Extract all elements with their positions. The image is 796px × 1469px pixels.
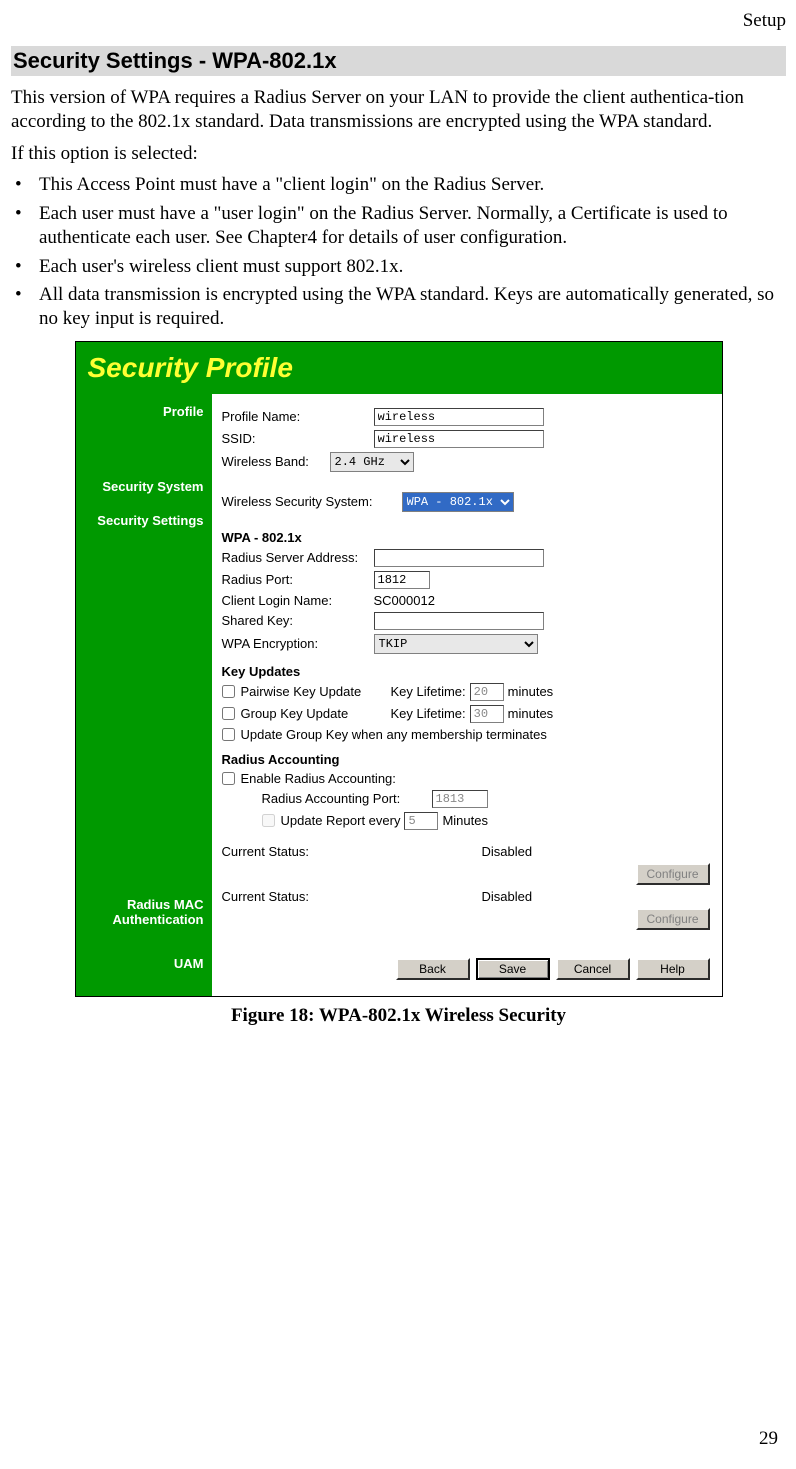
gui-main: Profile Name: SSID: Wireless Band: 2.4 G… (212, 394, 722, 996)
group-minutes-label: minutes (508, 706, 554, 721)
bullet-list: This Access Point must have a "client lo… (11, 173, 786, 331)
security-system-label: Wireless Security System: (222, 494, 402, 509)
sidebar-item-security-settings: Security Settings (76, 513, 204, 529)
update-terminate-label: Update Group Key when any membership ter… (241, 727, 547, 742)
cancel-button[interactable]: Cancel (556, 958, 630, 980)
radius-accounting-port-input[interactable] (432, 790, 488, 808)
rmac-status-value: Disabled (482, 844, 533, 859)
section-heading: Security Settings - WPA-802.1x (11, 46, 786, 76)
pairwise-minutes-label: minutes (508, 684, 554, 699)
security-profile-figure: Security Profile Profile Security System… (75, 341, 723, 997)
list-item: Each user must have a "user login" on th… (11, 202, 786, 250)
rmac-status-label: Current Status: (222, 844, 482, 859)
update-terminate-checkbox[interactable] (222, 728, 235, 741)
group-key-label: Group Key Update (241, 706, 391, 721)
sidebar-item-radius-mac: Radius MAC Authentication (76, 897, 204, 928)
pairwise-lifetime-label: Key Lifetime: (391, 684, 466, 699)
uam-status-label: Current Status: (222, 889, 482, 904)
rmac-configure-button[interactable]: Configure (636, 863, 710, 885)
client-login-label: Client Login Name: (222, 593, 374, 608)
update-report-unit: Minutes (442, 813, 488, 828)
band-select[interactable]: 2.4 GHz (330, 452, 414, 472)
back-button[interactable]: Back (396, 958, 470, 980)
enable-radius-accounting-checkbox[interactable] (222, 772, 235, 785)
page-number: 29 (759, 1428, 778, 1450)
profile-name-label: Profile Name: (222, 409, 374, 424)
security-system-select[interactable]: WPA - 802.1x (402, 492, 514, 512)
radius-accounting-heading: Radius Accounting (222, 752, 710, 767)
gui-sidebar: Profile Security System Security Setting… (76, 394, 212, 996)
pairwise-key-label: Pairwise Key Update (241, 684, 391, 699)
list-item: This Access Point must have a "client lo… (11, 173, 786, 197)
uam-status-value: Disabled (482, 889, 533, 904)
client-login-value: SC000012 (374, 593, 435, 608)
help-button[interactable]: Help (636, 958, 710, 980)
list-item: All data transmission is encrypted using… (11, 283, 786, 331)
list-item: Each user's wireless client must support… (11, 255, 786, 279)
enable-radius-accounting-label: Enable Radius Accounting: (241, 771, 396, 786)
update-report-input[interactable] (404, 812, 438, 830)
wpa-encryption-select[interactable]: TKIP (374, 634, 538, 654)
wpa-encryption-label: WPA Encryption: (222, 636, 374, 651)
wpa-heading: WPA - 802.1x (222, 530, 710, 545)
sidebar-item-security-system: Security System (76, 479, 204, 495)
gui-title: Security Profile (76, 342, 722, 394)
figure-caption: Figure 18: WPA-802.1x Wireless Security (11, 1005, 786, 1027)
pairwise-key-checkbox[interactable] (222, 685, 235, 698)
update-report-label: Update Report every (281, 813, 401, 828)
profile-name-input[interactable] (374, 408, 544, 426)
group-lifetime-input[interactable] (470, 705, 504, 723)
page-header-label: Setup (11, 10, 786, 32)
shared-key-input[interactable] (374, 612, 544, 630)
shared-key-label: Shared Key: (222, 613, 374, 628)
radius-port-label: Radius Port: (222, 572, 374, 587)
band-label: Wireless Band: (222, 454, 330, 469)
paragraph-lead: If this option is selected: (11, 142, 786, 166)
radius-port-input[interactable] (374, 571, 430, 589)
ssid-label: SSID: (222, 431, 374, 446)
sidebar-item-profile: Profile (76, 404, 204, 420)
save-button[interactable]: Save (476, 958, 550, 980)
group-lifetime-label: Key Lifetime: (391, 706, 466, 721)
paragraph-intro: This version of WPA requires a Radius Se… (11, 86, 786, 134)
key-updates-heading: Key Updates (222, 664, 710, 679)
uam-configure-button[interactable]: Configure (636, 908, 710, 930)
sidebar-item-uam: UAM (76, 956, 204, 972)
group-key-checkbox[interactable] (222, 707, 235, 720)
update-report-checkbox[interactable] (262, 814, 275, 827)
radius-accounting-port-label: Radius Accounting Port: (262, 791, 432, 806)
radius-server-input[interactable] (374, 549, 544, 567)
radius-server-label: Radius Server Address: (222, 550, 374, 565)
ssid-input[interactable] (374, 430, 544, 448)
pairwise-lifetime-input[interactable] (470, 683, 504, 701)
